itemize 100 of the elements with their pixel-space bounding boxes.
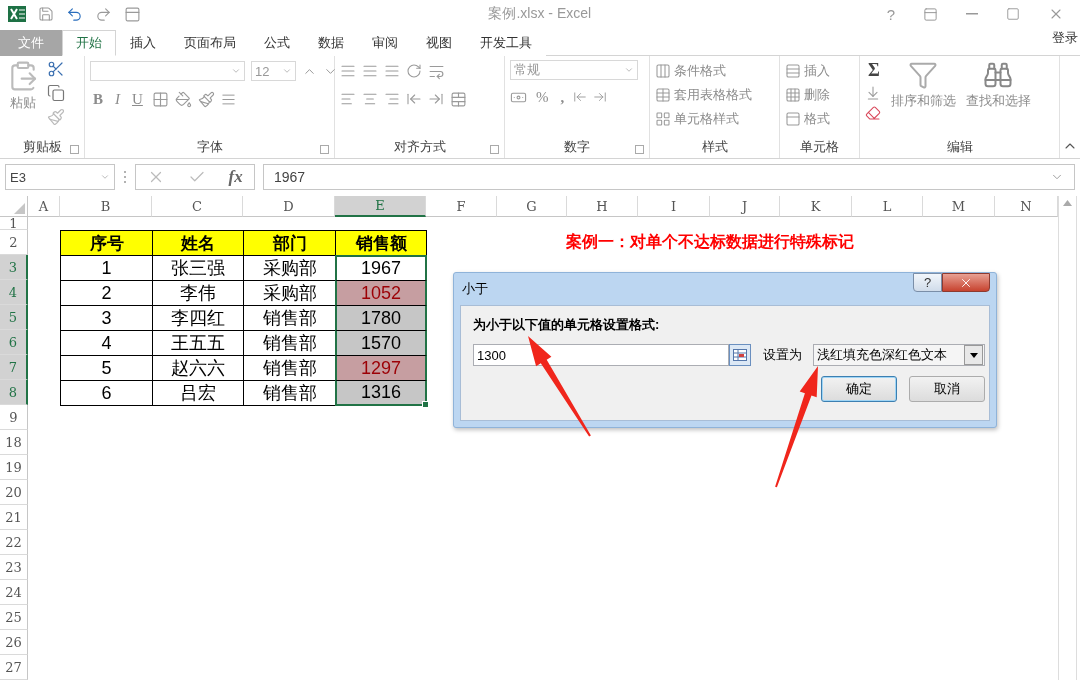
percent-button[interactable]: %: [533, 88, 552, 106]
redo-icon[interactable]: [95, 5, 112, 23]
table-cell: 6: [60, 380, 153, 406]
comma-button[interactable]: ,: [557, 88, 568, 106]
row-header[interactable]: 1: [0, 217, 28, 230]
range-select-button[interactable]: [729, 344, 751, 366]
launcher-icon[interactable]: [635, 145, 644, 154]
undo-icon[interactable]: [66, 5, 83, 23]
value-field[interactable]: 1300: [473, 344, 729, 366]
row-header[interactable]: 23: [0, 555, 28, 580]
select-all-icon[interactable]: [14, 203, 25, 214]
vertical-scrollbar[interactable]: [1058, 196, 1077, 680]
row-header[interactable]: 4: [0, 280, 28, 305]
insert-function-button[interactable]: fx: [228, 167, 243, 187]
caret-icon: [282, 66, 292, 76]
name-box[interactable]: E3: [5, 164, 115, 190]
group-label: 字体: [196, 138, 223, 156]
close-button[interactable]: [942, 273, 990, 292]
brush-icon[interactable]: [47, 108, 65, 126]
column-header[interactable]: J: [710, 196, 780, 217]
formula-field[interactable]: 1967: [263, 164, 1075, 190]
table-cell: 吕宏: [152, 380, 244, 406]
save-icon[interactable]: [38, 6, 54, 22]
find-select-button[interactable]: 查找和选择: [963, 60, 1033, 138]
column-header[interactable]: D: [243, 196, 335, 217]
column-header[interactable]: G: [497, 196, 567, 217]
cancel-button[interactable]: 取消: [909, 376, 985, 402]
row-header[interactable]: 18: [0, 430, 28, 455]
fill-handle[interactable]: [422, 401, 429, 408]
row-header[interactable]: 6: [0, 330, 28, 355]
style-menu-button[interactable]: 条件格式: [655, 60, 752, 82]
font-name-field[interactable]: [90, 61, 245, 81]
ribbon-tab[interactable]: 开始: [62, 30, 116, 56]
header-cell: 序号: [60, 230, 153, 256]
launcher-icon[interactable]: [70, 145, 79, 154]
scroll-up-icon[interactable]: [1063, 200, 1072, 206]
row-header[interactable]: 21: [0, 505, 28, 530]
ok-button[interactable]: 确定: [821, 376, 897, 402]
column-header[interactable]: E: [335, 196, 426, 217]
align-center-icon[interactable]: [362, 91, 378, 107]
caret-icon: [100, 172, 110, 182]
minimize-icon: [966, 13, 978, 15]
filter-icon: [908, 60, 939, 90]
column-header[interactable]: K: [780, 196, 852, 217]
column-header[interactable]: F: [426, 196, 497, 217]
paste-button[interactable]: 粘贴: [5, 60, 41, 138]
column-header[interactable]: A: [28, 196, 60, 217]
launcher-icon[interactable]: [490, 145, 499, 154]
cell-style-icon: [655, 111, 671, 127]
decrease-indent-icon[interactable]: [406, 91, 422, 107]
row-header[interactable]: 3: [0, 255, 28, 280]
cells-menu-button[interactable]: 插入: [785, 60, 830, 82]
sort-filter-button[interactable]: 排序和筛选: [888, 60, 958, 138]
row-header[interactable]: 19: [0, 455, 28, 480]
style-menu-button[interactable]: 套用表格格式: [655, 84, 752, 106]
eraser-icon[interactable]: [865, 105, 881, 121]
row-header[interactable]: 26: [0, 630, 28, 655]
row-header[interactable]: 2: [0, 230, 28, 255]
column-header[interactable]: L: [852, 196, 923, 217]
row-header[interactable]: 22: [0, 530, 28, 555]
align-left-icon[interactable]: [340, 91, 356, 107]
row-header[interactable]: 8: [0, 380, 28, 405]
increase-indent-icon[interactable]: [428, 91, 444, 107]
row-header[interactable]: 20: [0, 480, 28, 505]
style-menu-button[interactable]: 单元格样式: [655, 108, 752, 130]
fill-color-icon[interactable]: [174, 90, 192, 108]
column-header[interactable]: I: [638, 196, 710, 217]
merge-icon[interactable]: [450, 90, 467, 108]
row-header[interactable]: 9: [0, 405, 28, 430]
align-right-icon[interactable]: [384, 91, 400, 107]
caret-icon: [624, 65, 634, 75]
cells-menu-button[interactable]: 格式: [785, 108, 830, 130]
row-header[interactable]: 7: [0, 355, 28, 380]
row-header[interactable]: 27: [0, 655, 28, 680]
format-dropdown[interactable]: 浅红填充色深红色文本: [813, 344, 985, 366]
row-header[interactable]: 25: [0, 605, 28, 630]
window-title: 案例.xlsx - Excel: [487, 5, 593, 23]
form-icon[interactable]: [124, 5, 141, 23]
sign-in-link[interactable]: 登录: [1052, 28, 1080, 55]
column-header[interactable]: B: [60, 196, 152, 217]
column-header[interactable]: H: [567, 196, 638, 217]
column-header[interactable]: M: [923, 196, 995, 217]
row-header[interactable]: 24: [0, 580, 28, 605]
fill-icon[interactable]: [865, 85, 881, 101]
header-cell: 姓名: [152, 230, 244, 256]
autosum-button[interactable]: Σ: [865, 60, 883, 81]
column-header[interactable]: C: [152, 196, 243, 217]
row-header[interactable]: 5: [0, 305, 28, 330]
cells-menu-button[interactable]: 删除: [785, 84, 830, 106]
excel-logo-icon: [8, 5, 26, 23]
caret-icon: [231, 66, 241, 76]
orientation-icon[interactable]: [406, 63, 422, 79]
scissors-icon[interactable]: [47, 60, 65, 78]
help-button[interactable]: ?: [913, 273, 942, 292]
borders-icon[interactable]: [151, 90, 169, 108]
launcher-icon[interactable]: [320, 145, 329, 154]
group-label: 编辑: [946, 138, 973, 156]
copy-icon[interactable]: [47, 84, 65, 102]
group-label: 样式: [701, 138, 728, 156]
column-header[interactable]: N: [995, 196, 1058, 217]
